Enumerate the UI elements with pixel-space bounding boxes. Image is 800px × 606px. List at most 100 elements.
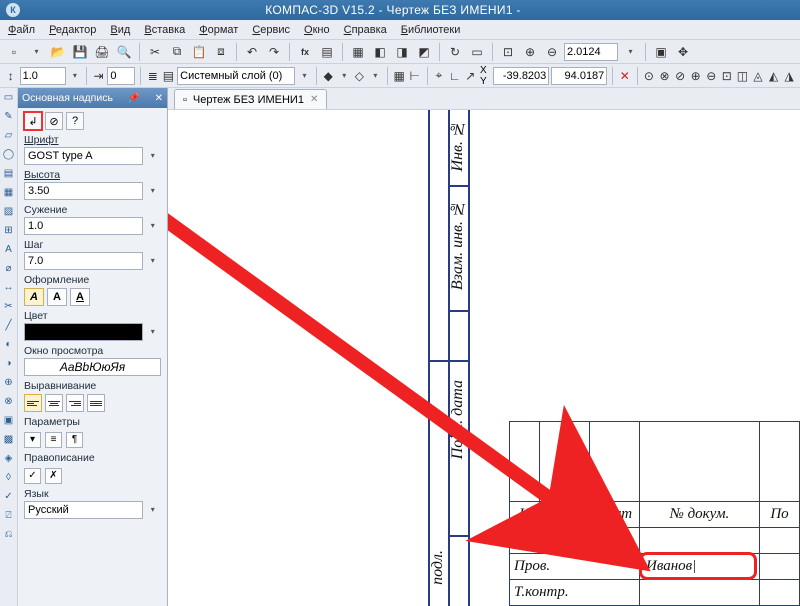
help-button[interactable]: ? [66, 112, 84, 130]
menu-service[interactable]: Сервис [252, 24, 290, 36]
lt-8-icon[interactable]: ⊞ [1, 223, 17, 239]
lt-18-icon[interactable]: ▣ [1, 413, 17, 429]
osnap-4-icon[interactable]: ⊕ [689, 66, 703, 86]
lt-23-icon[interactable]: ⍁ [1, 508, 17, 524]
copy-icon[interactable]: ⧉ [167, 42, 187, 62]
tool-c-icon[interactable]: ◩ [414, 42, 434, 62]
menu-file[interactable]: Файл [8, 24, 35, 36]
bold-toggle[interactable]: A [47, 288, 67, 306]
lt-1-icon[interactable]: ▭ [1, 90, 17, 106]
grid-icon[interactable]: ▦ [348, 42, 368, 62]
osnap-8-icon[interactable]: ◬ [751, 66, 765, 86]
cut-icon[interactable]: ✂ [145, 42, 165, 62]
param-1-button[interactable]: ▾ [24, 432, 41, 448]
hatch-icon[interactable]: ▦ [392, 66, 406, 86]
lt-9-icon[interactable]: A [1, 242, 17, 258]
print-icon[interactable]: 🖨 [92, 42, 112, 62]
open-icon[interactable]: 📂 [48, 42, 68, 62]
redo-icon[interactable]: ↷ [264, 42, 284, 62]
layer-mgr-icon[interactable]: ▤ [162, 66, 176, 86]
align-justify-button[interactable] [87, 394, 105, 412]
tab-close-icon[interactable]: ✕ [310, 94, 318, 105]
align-left-button[interactable] [24, 394, 42, 412]
lt-20-icon[interactable]: ◈ [1, 451, 17, 467]
lt-3-icon[interactable]: ▱ [1, 128, 17, 144]
document-tab[interactable]: ▫ Чертеж БЕЗ ИМЕНИ1 ✕ [174, 89, 327, 109]
lt-10-icon[interactable]: ⌀ [1, 261, 17, 277]
lt-24-icon[interactable]: ⎌ [1, 527, 17, 543]
lt-4-icon[interactable]: ◯ [1, 147, 17, 163]
step-input[interactable] [107, 67, 135, 85]
lt-13-icon[interactable]: ╱ [1, 318, 17, 334]
param-3-button[interactable]: ¶ [66, 432, 83, 448]
zoom-window-icon[interactable]: ⊡ [498, 42, 518, 62]
lang-select[interactable] [24, 501, 143, 519]
pin-icon[interactable]: 📌 [128, 93, 140, 104]
line-style-icon[interactable]: ↕ [4, 66, 18, 86]
lt-5-icon[interactable]: ▤ [1, 166, 17, 182]
lt-6-icon[interactable]: ▦ [1, 185, 17, 201]
ortho-icon[interactable]: ∟ [448, 66, 462, 86]
param-2-button[interactable]: ≡ [45, 432, 62, 448]
tool-a-icon[interactable]: ◧ [370, 42, 390, 62]
menu-window[interactable]: Окно [304, 24, 330, 36]
lt-12-icon[interactable]: ✂ [1, 299, 17, 315]
dim-icon[interactable]: ⊢ [408, 66, 422, 86]
row-dev[interactable]: Разраб. [510, 528, 640, 554]
menu-view[interactable]: Вид [110, 24, 130, 36]
undo-icon[interactable]: ↶ [242, 42, 262, 62]
osnap-end-icon[interactable]: ✕ [618, 66, 632, 86]
lt-19-icon[interactable]: ▩ [1, 432, 17, 448]
step-toggle-icon[interactable]: ⇥ [92, 66, 106, 86]
spell-on-button[interactable]: ✓ [24, 468, 41, 484]
zoom-out-icon[interactable]: ⊖ [542, 42, 562, 62]
osnap-10-icon[interactable]: ◮ [782, 66, 796, 86]
step-value-input[interactable] [24, 252, 143, 270]
props-icon[interactable]: ⧈ [211, 42, 231, 62]
lt-22-icon[interactable]: ✓ [1, 489, 17, 505]
snap-icon[interactable]: ⌖ [432, 66, 446, 86]
coord-y-input[interactable] [551, 67, 607, 85]
layer-select[interactable] [177, 67, 295, 85]
osnap-5-icon[interactable]: ⊖ [704, 66, 718, 86]
lt-21-icon[interactable]: ◊ [1, 470, 17, 486]
pan-icon[interactable]: ✥ [673, 42, 693, 62]
color-icon[interactable]: ◆ [321, 66, 335, 86]
new-dd[interactable]: ▾ [26, 42, 46, 62]
osnap-1-icon[interactable]: ⊙ [642, 66, 656, 86]
linewidth-input[interactable] [20, 67, 66, 85]
preview-icon[interactable]: 🔍 [114, 42, 134, 62]
narrow-input[interactable] [24, 217, 143, 235]
fill-icon[interactable]: ◇ [353, 66, 367, 86]
lt-11-icon[interactable]: ↔ [1, 280, 17, 296]
osnap-6-icon[interactable]: ⊡ [720, 66, 734, 86]
lt-16-icon[interactable]: ⊕ [1, 375, 17, 391]
lt-17-icon[interactable]: ⊗ [1, 394, 17, 410]
vars-icon[interactable]: ▤ [317, 42, 337, 62]
lt-7-icon[interactable]: ▨ [1, 204, 17, 220]
axis-icon[interactable]: ↗ [463, 66, 477, 86]
align-right-button[interactable] [66, 394, 84, 412]
refresh-icon[interactable]: ↻ [445, 42, 465, 62]
tool-b-icon[interactable]: ◨ [392, 42, 412, 62]
menu-help[interactable]: Справка [344, 24, 387, 36]
lt-15-icon[interactable]: ◑ [1, 356, 17, 372]
font-select[interactable] [24, 147, 143, 165]
menu-libs[interactable]: Библиотеки [401, 24, 461, 36]
layer-icon[interactable]: ≣ [146, 66, 160, 86]
close-panel-icon[interactable]: ✕ [155, 93, 163, 104]
menu-format[interactable]: Формат [199, 24, 238, 36]
measure-icon[interactable]: ▭ [467, 42, 487, 62]
save-icon[interactable]: 💾 [70, 42, 90, 62]
fx-icon[interactable]: fx [295, 42, 315, 62]
cancel-object-button[interactable]: ⊘ [45, 112, 63, 130]
underline-toggle[interactable]: A [70, 288, 90, 306]
osnap-9-icon[interactable]: ◭ [767, 66, 781, 86]
height-input[interactable] [24, 182, 143, 200]
lt-2-icon[interactable]: ✎ [1, 109, 17, 125]
align-center-button[interactable] [45, 394, 63, 412]
new-icon[interactable]: ▫ [4, 42, 24, 62]
row-check[interactable]: Пров. [510, 554, 640, 580]
create-object-button[interactable]: ↲ [24, 112, 42, 130]
zoom-in-icon[interactable]: ⊕ [520, 42, 540, 62]
